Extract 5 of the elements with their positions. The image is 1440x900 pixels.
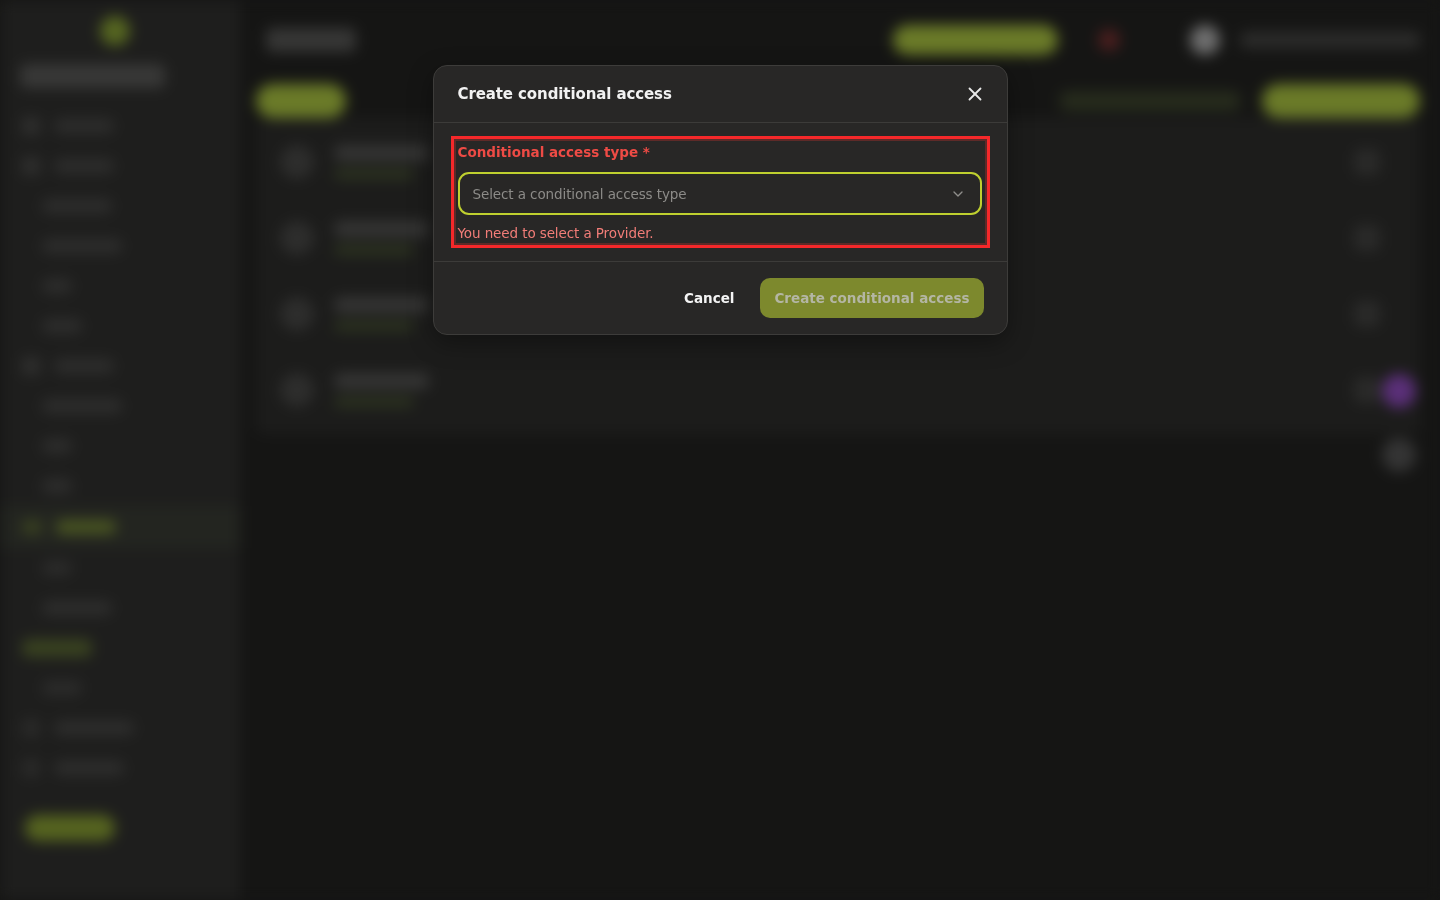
dialog-title: Create conditional access [457, 85, 672, 103]
cancel-button[interactable]: Cancel [668, 278, 751, 318]
type-select[interactable]: Select a conditional access type [457, 172, 982, 215]
error-message: You need to select a Provider. [457, 224, 655, 242]
field-label: Conditional access type * [457, 143, 651, 162]
